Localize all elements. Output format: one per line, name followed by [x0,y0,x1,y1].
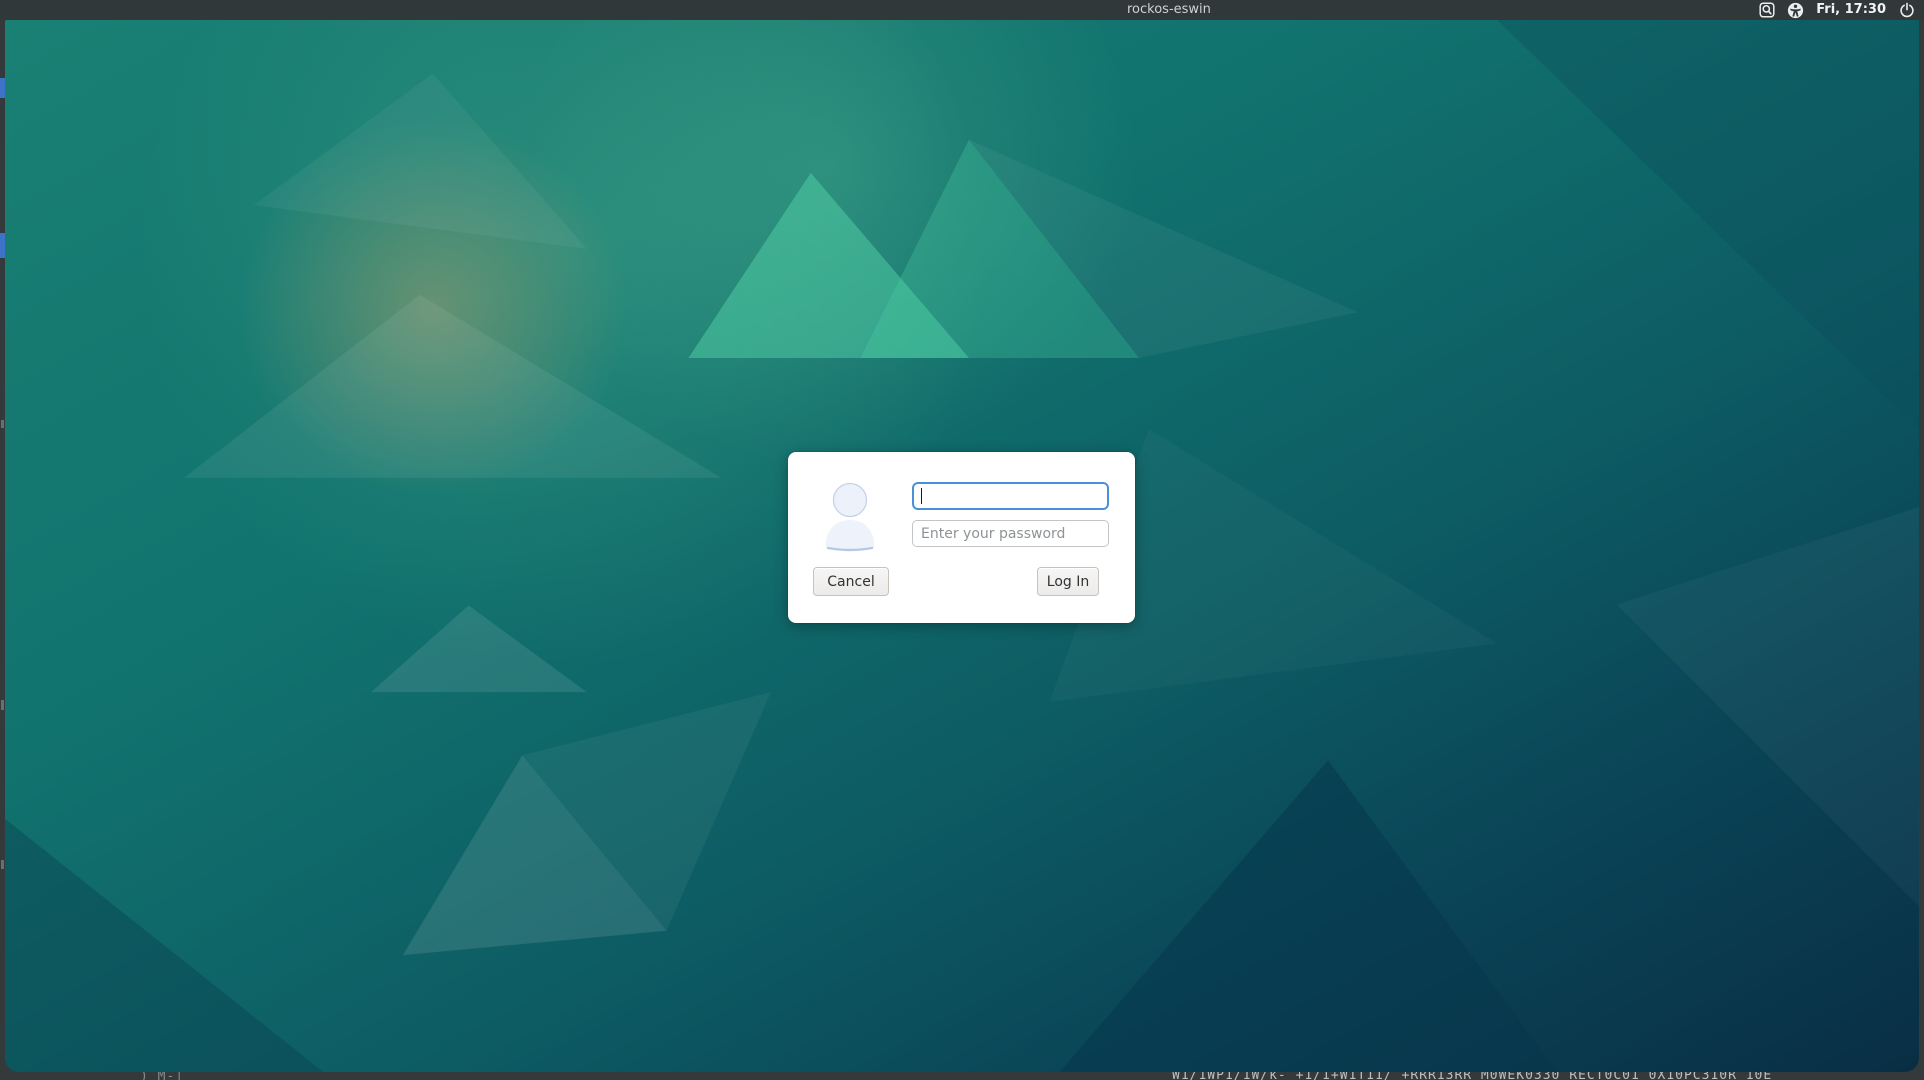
magnifier-icon[interactable] [1758,2,1775,19]
console-artifact [1,860,4,869]
username-field-wrap [912,482,1109,510]
login-button[interactable]: Log In [1037,567,1099,596]
greeter-top-panel: rockos-eswin Fri, 17:30 [0,0,1924,20]
username-input[interactable] [912,482,1109,510]
console-artifact [1,700,4,710]
user-avatar-icon [822,482,878,555]
cancel-button[interactable]: Cancel [813,567,889,596]
clock-label[interactable]: Fri, 17:30 [1816,0,1886,20]
login-dialog: Cancel Log In [788,452,1135,623]
hostname-label: rockos-eswin [1127,2,1211,17]
password-input[interactable] [912,520,1109,547]
text-cursor [921,488,922,504]
password-field-wrap [912,520,1109,547]
panel-indicators: Fri, 17:30 [1758,0,1915,20]
power-icon[interactable] [1898,2,1915,19]
accessibility-icon[interactable] [1787,2,1804,19]
console-artifact [1,420,4,428]
